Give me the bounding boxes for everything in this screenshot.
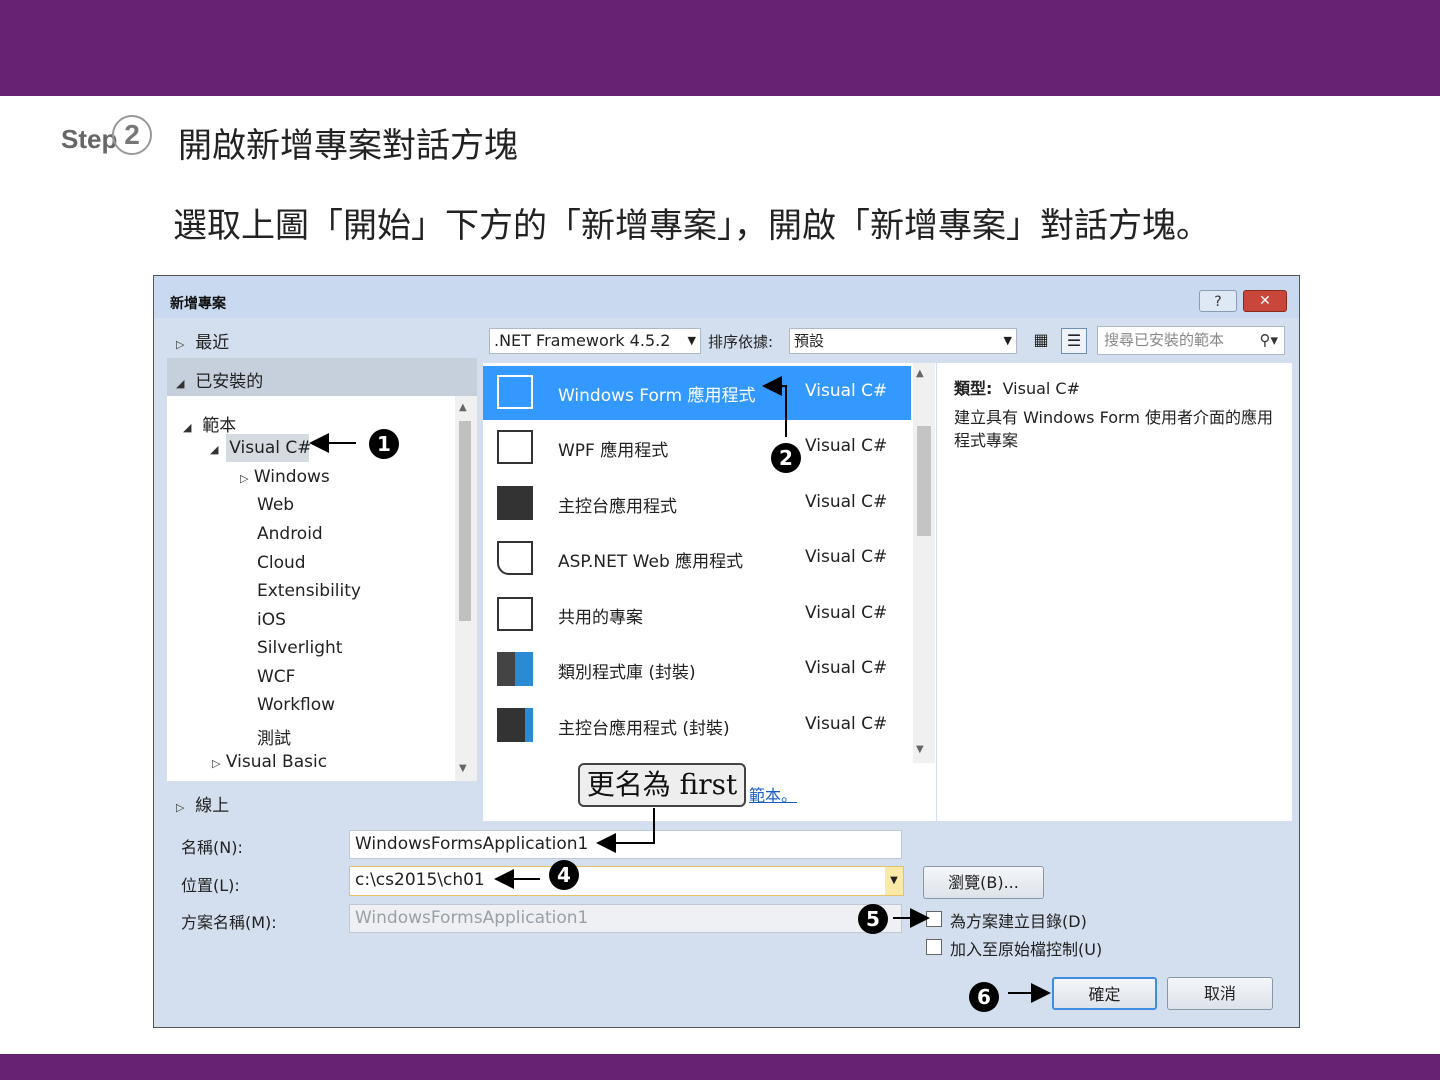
annotation-arrows bbox=[309, 376, 1051, 1003]
callout-badge-5: 5 bbox=[858, 904, 888, 934]
callout-badge-1: 1 bbox=[369, 429, 399, 459]
callout-badge-4: 4 bbox=[549, 860, 579, 890]
callout-badge-6: 6 bbox=[969, 982, 999, 1012]
arrow-2 bbox=[762, 376, 787, 437]
rename-callout: 更名為 first bbox=[578, 763, 746, 807]
arrow-rename bbox=[596, 808, 655, 853]
callout-badge-2: 2 bbox=[771, 443, 801, 473]
